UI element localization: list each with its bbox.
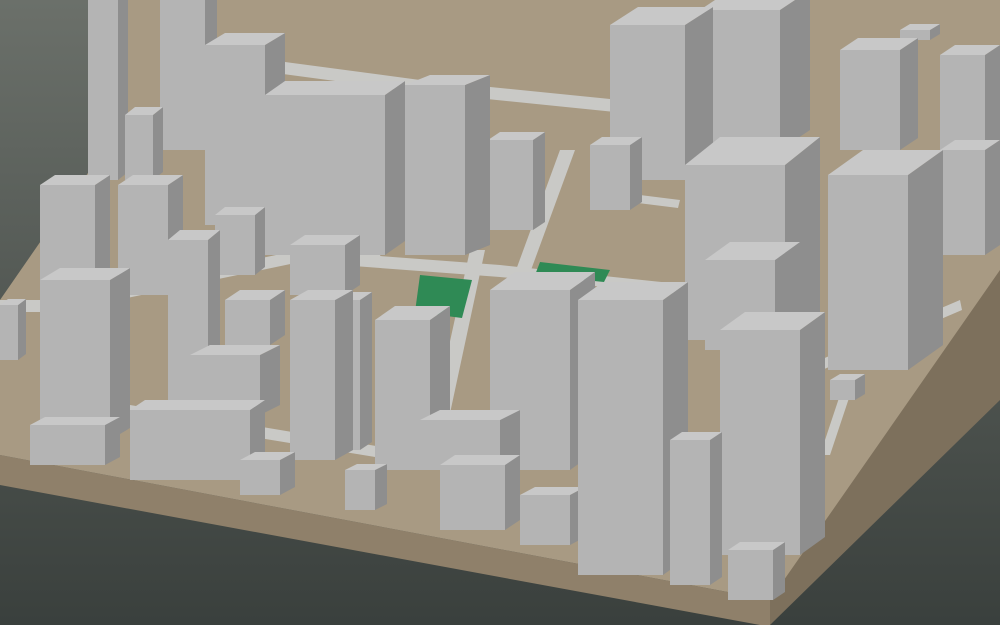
building-front-face [720, 330, 800, 555]
building [828, 150, 943, 370]
building [240, 452, 295, 495]
building [670, 432, 722, 585]
building-front-face [205, 45, 265, 225]
building-front-face [265, 95, 385, 255]
building-front-face [940, 150, 985, 255]
building [88, 0, 128, 180]
building-front-face [345, 470, 375, 510]
building-front-face [590, 145, 630, 210]
building [830, 374, 865, 400]
building-side-face [630, 137, 642, 210]
building-side-face [18, 299, 26, 360]
building-front-face [290, 300, 335, 460]
building-front-face [290, 245, 345, 295]
building-side-face [375, 464, 387, 510]
building-front-face [440, 465, 505, 530]
building [700, 0, 810, 150]
building-front-face [828, 175, 908, 370]
building [265, 81, 405, 255]
building [720, 312, 825, 555]
building [520, 487, 585, 545]
building [840, 38, 918, 150]
building [440, 455, 520, 530]
building-side-face [985, 45, 1000, 150]
building-front-face [940, 55, 985, 150]
building-side-face [780, 0, 810, 150]
building-side-face [110, 268, 130, 440]
building [940, 45, 1000, 150]
building-side-face [385, 81, 405, 255]
building-front-face [0, 305, 18, 360]
building-side-face [360, 292, 372, 450]
building [488, 132, 545, 230]
building [125, 107, 163, 180]
building [728, 542, 785, 600]
building-front-face [30, 425, 105, 465]
building-front-face [240, 460, 280, 495]
building-side-face [710, 432, 722, 585]
building-side-face [105, 417, 120, 465]
building-front-face [578, 300, 663, 575]
building-front-face [840, 50, 900, 150]
building-side-face [505, 455, 520, 530]
building-front-face [225, 300, 270, 345]
building-side-face [345, 235, 360, 295]
building-side-face [533, 132, 545, 230]
building [0, 299, 26, 360]
building [215, 207, 265, 275]
building-front-face [405, 85, 465, 255]
building-front-face [40, 280, 110, 440]
building-front-face [670, 440, 710, 585]
building-roof [30, 417, 120, 425]
building-front-face [830, 380, 855, 400]
building-front-face [215, 215, 255, 275]
building [225, 290, 285, 345]
building-front-face [488, 140, 533, 230]
building-side-face [773, 542, 785, 600]
building-side-face [900, 38, 918, 150]
building [940, 140, 1000, 255]
building-front-face [728, 550, 773, 600]
building-front-face [160, 0, 205, 150]
building-front-face [520, 495, 570, 545]
building-side-face [153, 107, 163, 180]
building-front-face [88, 0, 118, 180]
building-front-face [125, 115, 153, 180]
building-roof [130, 400, 265, 410]
building [290, 290, 353, 460]
building [405, 75, 490, 255]
building [345, 464, 387, 510]
building-side-face [255, 207, 265, 275]
building-side-face [985, 140, 1000, 255]
building [30, 417, 120, 465]
building-front-face [130, 410, 250, 480]
building [290, 235, 360, 295]
city-model-viewport[interactable] [0, 0, 1000, 625]
building-roof [265, 81, 405, 95]
building [590, 137, 642, 210]
building-side-face [908, 150, 943, 370]
building-side-face [800, 312, 825, 555]
building [40, 268, 130, 440]
building-side-face [465, 75, 490, 255]
building-side-face [335, 290, 353, 460]
